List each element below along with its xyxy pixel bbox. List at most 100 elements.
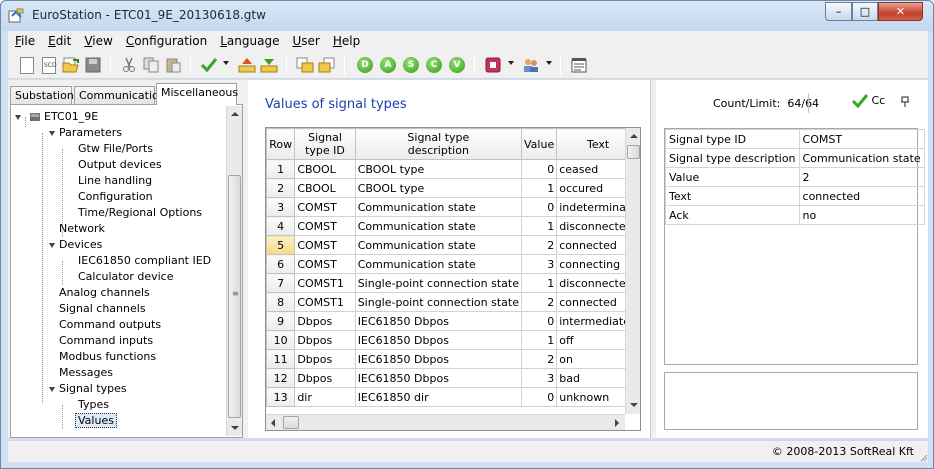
value-cell[interactable]: 0 xyxy=(520,159,558,179)
resize-grip-icon[interactable] xyxy=(918,452,928,462)
tree-item-signal-channels[interactable]: Signal channels xyxy=(59,301,146,317)
tree-item-time-regional-options[interactable]: Time/Regional Options xyxy=(78,205,202,221)
property-value[interactable]: connected xyxy=(798,186,925,206)
row-number[interactable]: 13 xyxy=(266,387,296,407)
save-icon[interactable] xyxy=(82,54,104,76)
value-cell[interactable]: 2 xyxy=(520,292,558,312)
menu-configuration[interactable]: Configuration xyxy=(126,34,207,48)
row-number[interactable]: 1 xyxy=(266,159,296,179)
tree-item-calculator-device[interactable]: Calculator device xyxy=(78,269,174,285)
tree-item-configuration[interactable]: Configuration xyxy=(78,189,153,205)
row-number[interactable]: 4 xyxy=(266,216,296,236)
tree-item-command-inputs[interactable]: Command inputs xyxy=(59,333,153,349)
c-icon[interactable]: C xyxy=(423,54,445,76)
import-icon[interactable] xyxy=(294,54,316,76)
col-header-signal-type-id[interactable]: Signal type ID xyxy=(294,128,356,160)
menu-view[interactable]: View xyxy=(84,34,112,48)
property-row[interactable]: Signal type description Communication sta… xyxy=(665,148,925,168)
properties-icon[interactable] xyxy=(568,54,590,76)
value-cell[interactable]: 1 xyxy=(520,273,558,293)
row-number[interactable]: 2 xyxy=(266,178,296,198)
property-row[interactable]: Value 2 xyxy=(665,167,925,187)
download-icon[interactable] xyxy=(258,54,280,76)
grid-vscrollbar[interactable] xyxy=(625,128,640,414)
signal-type-id-cell[interactable]: COMST1 xyxy=(294,292,356,312)
users-icon[interactable] xyxy=(520,54,542,76)
table-row[interactable]: 12 Dbpos IEC61850 Dbpos 3 bad xyxy=(266,368,640,388)
signal-type-id-cell[interactable]: Dbpos xyxy=(294,330,356,350)
tree-item-parameters[interactable]: Parameters xyxy=(49,125,122,141)
value-cell[interactable]: 3 xyxy=(520,254,558,274)
row-number[interactable]: 5 xyxy=(266,235,296,255)
description-cell[interactable]: Communication state xyxy=(354,235,523,255)
new-file-icon[interactable] xyxy=(16,54,38,76)
value-cell[interactable]: 1 xyxy=(520,178,558,198)
tree-item-iec61850-ied[interactable]: IEC61850 compliant IED xyxy=(78,253,211,269)
d-icon[interactable]: D xyxy=(354,54,376,76)
property-value[interactable]: Communication state xyxy=(798,148,925,168)
table-row[interactable]: 2 CBOOL CBOOL type 1 occured xyxy=(266,178,640,198)
description-cell[interactable]: Communication state xyxy=(354,197,523,217)
value-cell[interactable]: 2 xyxy=(520,349,558,369)
description-cell[interactable]: IEC61850 Dbpos xyxy=(354,311,523,331)
tree-item-analog-channels[interactable]: Analog channels xyxy=(59,285,150,301)
signal-type-id-cell[interactable]: COMST xyxy=(294,216,356,236)
row-number[interactable]: 3 xyxy=(266,197,296,217)
value-cell[interactable]: 1 xyxy=(520,330,558,350)
table-row[interactable]: 10 Dbpos IEC61850 Dbpos 1 off xyxy=(266,330,640,350)
description-cell[interactable]: IEC61850 Dbpos xyxy=(354,349,523,369)
col-header-row[interactable]: Row xyxy=(266,128,296,160)
table-row[interactable]: 6 COMST Communication state 3 connecting xyxy=(266,254,640,274)
row-number[interactable]: 11 xyxy=(266,349,296,369)
signal-type-id-cell[interactable]: CBOOL xyxy=(294,159,356,179)
menu-user[interactable]: User xyxy=(292,34,319,48)
a-icon[interactable]: A xyxy=(377,54,399,76)
signal-type-id-cell[interactable]: Dbpos xyxy=(294,349,356,369)
maximize-button[interactable]: □ xyxy=(852,2,878,21)
tree-item-output-devices[interactable]: Output devices xyxy=(78,157,162,173)
property-value[interactable]: COMST xyxy=(798,129,925,149)
property-value[interactable]: no xyxy=(798,205,925,225)
table-row[interactable]: 11 Dbpos IEC61850 Dbpos 2 on xyxy=(266,349,640,369)
v-icon[interactable]: V xyxy=(446,54,468,76)
description-cell[interactable]: CBOOL type xyxy=(354,178,523,198)
table-row[interactable]: 3 COMST Communication state 0 indeterminate xyxy=(266,197,640,217)
row-number[interactable]: 10 xyxy=(266,330,296,350)
row-number[interactable]: 6 xyxy=(266,254,296,274)
description-cell[interactable]: Single-point connection state xyxy=(354,292,523,312)
description-cell[interactable]: IEC61850 Dbpos xyxy=(354,368,523,388)
property-value[interactable]: 2 xyxy=(798,167,925,187)
tab-substation[interactable]: Substation xyxy=(10,86,74,104)
description-cell[interactable]: CBOOL type xyxy=(354,159,523,179)
signal-type-id-cell[interactable]: COMST xyxy=(294,235,356,255)
table-row[interactable]: 9 Dbpos IEC61850 Dbpos 0 intermediate xyxy=(266,311,640,331)
description-cell[interactable]: Communication state xyxy=(354,216,523,236)
table-row[interactable]: 4 COMST Communication state 1 disconnected xyxy=(266,216,640,236)
open-scd-icon[interactable]: SCD xyxy=(38,54,60,76)
tree-item-line-handling[interactable]: Line handling xyxy=(78,173,152,189)
row-number[interactable]: 12 xyxy=(266,368,296,388)
export-icon[interactable] xyxy=(316,54,338,76)
pin-icon[interactable] xyxy=(900,96,910,111)
grid-hscrollbar[interactable] xyxy=(266,414,625,430)
table-row[interactable]: 1 CBOOL CBOOL type 0 ceased xyxy=(266,159,640,179)
tree-item-signal-types[interactable]: Signal types xyxy=(49,381,127,397)
value-cell[interactable]: 3 xyxy=(520,368,558,388)
confirm-button[interactable]: Cc xyxy=(851,94,885,109)
signal-type-id-cell[interactable]: Dbpos xyxy=(294,368,356,388)
description-cell[interactable]: IEC61850 dir xyxy=(354,387,523,407)
close-button[interactable]: ✕ xyxy=(878,2,923,21)
property-row[interactable]: Ack no xyxy=(665,205,925,225)
property-row[interactable]: Text connected xyxy=(665,186,925,206)
stop-icon[interactable] xyxy=(482,54,504,76)
tree-item-messages[interactable]: Messages xyxy=(59,365,113,381)
signal-type-id-cell[interactable]: COMST1 xyxy=(294,273,356,293)
minimize-button[interactable]: – xyxy=(825,2,852,21)
row-number[interactable]: 7 xyxy=(266,273,296,293)
s-icon[interactable]: S xyxy=(400,54,422,76)
signal-type-id-cell[interactable]: COMST xyxy=(294,197,356,217)
table-row[interactable]: 5 COMST Communication state 2 connected xyxy=(266,235,640,255)
upload-icon[interactable] xyxy=(236,54,258,76)
title-bar[interactable]: EuroStation - ETC01_9E_20130618.gtw – □ … xyxy=(1,1,933,31)
tree-scrollbar[interactable]: ≡ xyxy=(226,106,242,436)
